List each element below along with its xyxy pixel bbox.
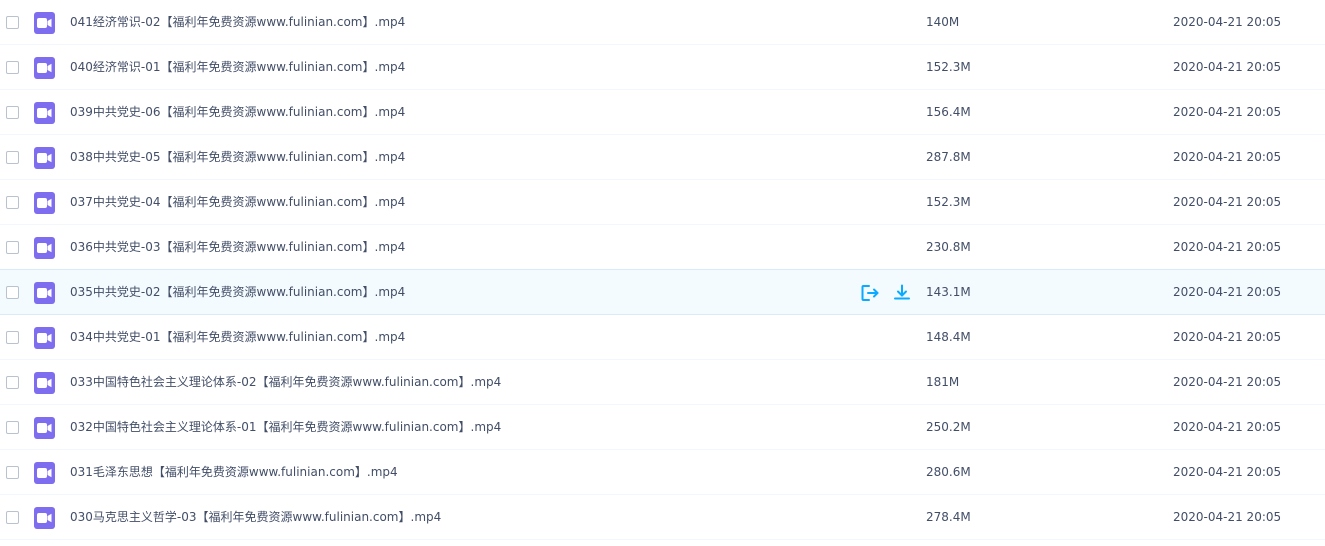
row-checkbox[interactable]: [6, 466, 19, 479]
file-name[interactable]: 040经济常识-01【福利年免费资源www.fulinian.com】.mp4: [70, 60, 405, 74]
file-row-hovered[interactable]: 035中共党史-02【福利年免费资源www.fulinian.com】.mp4 …: [0, 269, 1325, 315]
file-row[interactable]: 031毛泽东思想【福利年免费资源www.fulinian.com】.mp4 28…: [0, 450, 1325, 495]
video-file-icon: [34, 237, 55, 259]
file-row[interactable]: 039中共党史-06【福利年免费资源www.fulinian.com】.mp4 …: [0, 90, 1325, 135]
file-name[interactable]: 030马克思主义哲学-03【福利年免费资源www.fulinian.com】.m…: [70, 510, 441, 524]
file-row[interactable]: 041经济常识-02【福利年免费资源www.fulinian.com】.mp4 …: [0, 0, 1325, 45]
video-file-icon: [34, 372, 55, 394]
video-file-icon: [34, 327, 55, 349]
file-name[interactable]: 035中共党史-02【福利年免费资源www.fulinian.com】.mp4: [70, 285, 405, 299]
video-file-icon: [34, 102, 55, 124]
file-date: 2020-04-21 20:05: [1173, 510, 1282, 524]
file-date: 2020-04-21 20:05: [1173, 195, 1282, 209]
file-row[interactable]: 038中共党史-05【福利年免费资源www.fulinian.com】.mp4 …: [0, 135, 1325, 180]
file-row[interactable]: 033中国特色社会主义理论体系-02【福利年免费资源www.fulinian.c…: [0, 360, 1325, 405]
file-row[interactable]: 037中共党史-04【福利年免费资源www.fulinian.com】.mp4 …: [0, 180, 1325, 225]
file-date: 2020-04-21 20:05: [1173, 420, 1282, 434]
row-checkbox[interactable]: [6, 61, 19, 74]
row-checkbox[interactable]: [6, 421, 19, 434]
file-name[interactable]: 037中共党史-04【福利年免费资源www.fulinian.com】.mp4: [70, 195, 405, 209]
row-checkbox[interactable]: [6, 196, 19, 209]
file-date: 2020-04-21 20:05: [1173, 150, 1282, 164]
file-row[interactable]: 036中共党史-03【福利年免费资源www.fulinian.com】.mp4 …: [0, 225, 1325, 270]
file-date: 2020-04-21 20:05: [1173, 465, 1282, 479]
file-size: 143.1M: [926, 285, 971, 299]
video-file-icon: [34, 147, 55, 169]
file-size: 152.3M: [926, 60, 971, 74]
file-name[interactable]: 036中共党史-03【福利年免费资源www.fulinian.com】.mp4: [70, 240, 405, 254]
file-name[interactable]: 032中国特色社会主义理论体系-01【福利年免费资源www.fulinian.c…: [70, 420, 501, 434]
row-checkbox[interactable]: [6, 286, 19, 299]
file-row[interactable]: 030马克思主义哲学-03【福利年免费资源www.fulinian.com】.m…: [0, 495, 1325, 540]
file-date: 2020-04-21 20:05: [1173, 15, 1282, 29]
row-checkbox[interactable]: [6, 376, 19, 389]
share-icon[interactable]: [860, 283, 880, 303]
video-file-icon: [34, 462, 55, 484]
video-file-icon: [34, 507, 55, 529]
file-size: 148.4M: [926, 330, 971, 344]
row-checkbox[interactable]: [6, 16, 19, 29]
file-list: 041经济常识-02【福利年免费资源www.fulinian.com】.mp4 …: [0, 0, 1325, 540]
file-date: 2020-04-21 20:05: [1173, 285, 1282, 299]
file-name[interactable]: 031毛泽东思想【福利年免费资源www.fulinian.com】.mp4: [70, 465, 398, 479]
file-size: 140M: [926, 15, 960, 29]
file-size: 156.4M: [926, 105, 971, 119]
row-checkbox[interactable]: [6, 331, 19, 344]
file-size: 278.4M: [926, 510, 971, 524]
file-size: 152.3M: [926, 195, 971, 209]
video-file-icon: [34, 192, 55, 214]
row-checkbox[interactable]: [6, 511, 19, 524]
file-name[interactable]: 041经济常识-02【福利年免费资源www.fulinian.com】.mp4: [70, 15, 405, 29]
file-date: 2020-04-21 20:05: [1173, 240, 1282, 254]
file-size: 230.8M: [926, 240, 971, 254]
row-checkbox[interactable]: [6, 106, 19, 119]
file-row[interactable]: 040经济常识-01【福利年免费资源www.fulinian.com】.mp4 …: [0, 45, 1325, 90]
file-name[interactable]: 039中共党史-06【福利年免费资源www.fulinian.com】.mp4: [70, 105, 405, 119]
video-file-icon: [34, 57, 55, 79]
file-date: 2020-04-21 20:05: [1173, 60, 1282, 74]
file-size: 287.8M: [926, 150, 971, 164]
file-row[interactable]: 032中国特色社会主义理论体系-01【福利年免费资源www.fulinian.c…: [0, 405, 1325, 450]
file-date: 2020-04-21 20:05: [1173, 330, 1282, 344]
file-name[interactable]: 038中共党史-05【福利年免费资源www.fulinian.com】.mp4: [70, 150, 405, 164]
file-size: 181M: [926, 375, 960, 389]
file-row[interactable]: 034中共党史-01【福利年免费资源www.fulinian.com】.mp4 …: [0, 315, 1325, 360]
video-file-icon: [34, 12, 55, 34]
file-name[interactable]: 033中国特色社会主义理论体系-02【福利年免费资源www.fulinian.c…: [70, 375, 501, 389]
video-file-icon: [34, 282, 55, 304]
row-checkbox[interactable]: [6, 241, 19, 254]
video-file-icon: [34, 417, 55, 439]
file-date: 2020-04-21 20:05: [1173, 375, 1282, 389]
file-size: 250.2M: [926, 420, 971, 434]
download-icon[interactable]: [892, 283, 912, 303]
file-date: 2020-04-21 20:05: [1173, 105, 1282, 119]
file-size: 280.6M: [926, 465, 971, 479]
file-name[interactable]: 034中共党史-01【福利年免费资源www.fulinian.com】.mp4: [70, 330, 405, 344]
row-checkbox[interactable]: [6, 151, 19, 164]
